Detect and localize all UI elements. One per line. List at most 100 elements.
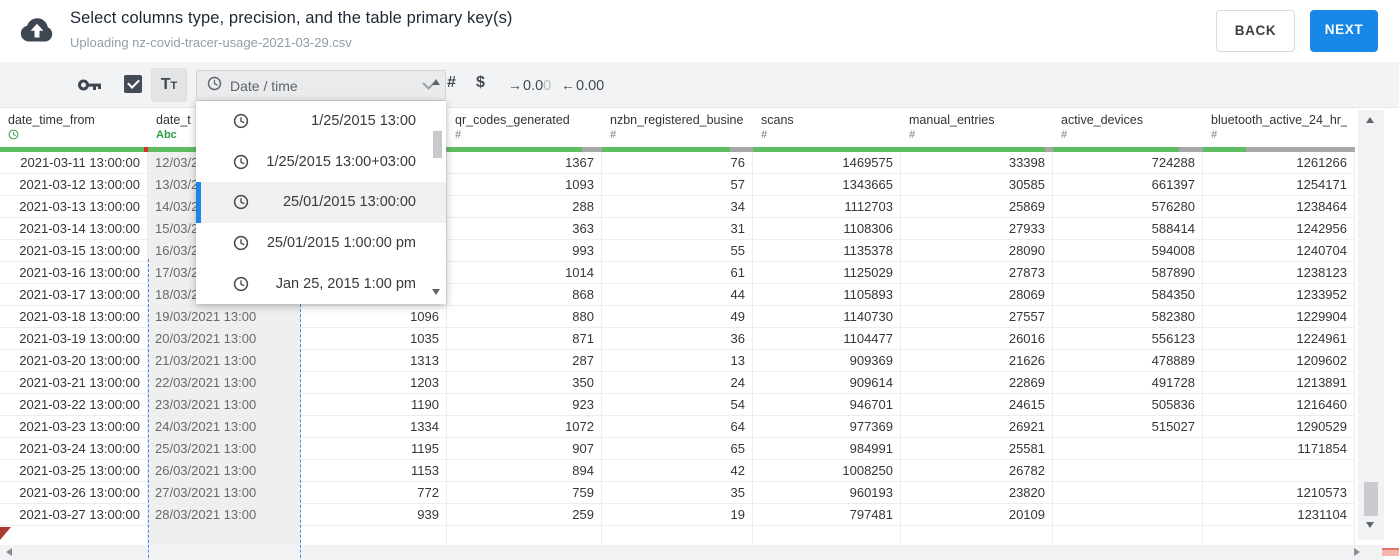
back-button[interactable]: BACK [1216, 10, 1295, 52]
cell[interactable]: 28069 [901, 284, 1052, 306]
cell[interactable]: 44 [602, 284, 752, 306]
cell[interactable]: 25869 [901, 196, 1052, 218]
cell[interactable]: 1254171 [1203, 174, 1354, 196]
cell[interactable]: 26/03/2021 13:00 [148, 460, 300, 482]
cell[interactable]: 2021-03-15 13:00:00 [0, 240, 147, 262]
cell[interactable]: 880 [447, 306, 601, 328]
cell[interactable]: 1096 [301, 306, 446, 328]
cell[interactable]: 19/03/2021 13:00 [148, 306, 300, 328]
cell[interactable]: 2021-03-18 13:00:00 [0, 306, 147, 328]
cell[interactable]: 556123 [1053, 328, 1202, 350]
cell[interactable]: 13 [602, 350, 752, 372]
cell[interactable]: 1242956 [1203, 218, 1354, 240]
horizontal-scrollbar[interactable] [0, 545, 1384, 560]
cell[interactable]: 2021-03-11 13:00:00 [0, 152, 147, 174]
cell[interactable]: 24 [602, 372, 752, 394]
cell[interactable]: 1334 [301, 416, 446, 438]
cell[interactable]: 1203 [301, 372, 446, 394]
cell[interactable]: 1008250 [753, 460, 900, 482]
cell[interactable]: 1171854 [1203, 438, 1354, 460]
cell[interactable]: 1313 [301, 350, 446, 372]
cell[interactable]: 350 [447, 372, 601, 394]
cell[interactable]: 993 [447, 240, 601, 262]
cell[interactable]: 2021-03-24 13:00:00 [0, 438, 147, 460]
cell[interactable]: 1231104 [1203, 504, 1354, 526]
cell[interactable]: 1190 [301, 394, 446, 416]
vertical-scrollbar[interactable] [1358, 110, 1384, 540]
cell[interactable]: 1140730 [753, 306, 900, 328]
decrease-decimal-button[interactable]: ←0.00 [561, 77, 604, 94]
cell[interactable]: 1035 [301, 328, 446, 350]
cell[interactable]: 871 [447, 328, 601, 350]
column-header[interactable]: qr_codes_generated # [447, 108, 602, 147]
cell[interactable]: 27933 [901, 218, 1052, 240]
cell[interactable]: 2021-03-17 13:00:00 [0, 284, 147, 306]
cell[interactable]: 64 [602, 416, 752, 438]
cell[interactable]: 2021-03-26 13:00:00 [0, 482, 147, 504]
cell[interactable]: 2021-03-13 13:00:00 [0, 196, 147, 218]
cell[interactable]: 1072 [447, 416, 601, 438]
dropdown-option[interactable]: 25/01/2015 13:00:00 [196, 182, 446, 223]
cell[interactable]: 1216460 [1203, 394, 1354, 416]
column-header[interactable]: nzbn_registered_busine # [602, 108, 753, 147]
cell[interactable]: 288 [447, 196, 601, 218]
cell[interactable]: 2021-03-12 13:00:00 [0, 174, 147, 196]
cell[interactable]: 491728 [1053, 372, 1202, 394]
column-header[interactable]: scans # [753, 108, 901, 147]
cell[interactable]: 772 [301, 482, 446, 504]
cell[interactable]: 24/03/2021 13:00 [148, 416, 300, 438]
cell[interactable]: 2021-03-16 13:00:00 [0, 262, 147, 284]
cell[interactable]: 27557 [901, 306, 1052, 328]
cell[interactable]: 1238123 [1203, 262, 1354, 284]
cell[interactable]: 20109 [901, 504, 1052, 526]
cell[interactable]: 594008 [1053, 240, 1202, 262]
cell[interactable]: 363 [447, 218, 601, 240]
cell[interactable]: 977369 [753, 416, 900, 438]
cell[interactable]: 76 [602, 152, 752, 174]
cell[interactable]: 28/03/2021 13:00 [148, 504, 300, 526]
cell[interactable]: 587890 [1053, 262, 1202, 284]
cell[interactable]: 515027 [1053, 416, 1202, 438]
dropdown-scrollbar[interactable] [429, 73, 445, 301]
cell[interactable]: 797481 [753, 504, 900, 526]
cell[interactable]: 1469575 [753, 152, 900, 174]
cell[interactable]: 1343665 [753, 174, 900, 196]
cell[interactable]: 984991 [753, 438, 900, 460]
cell[interactable]: 23/03/2021 13:00 [148, 394, 300, 416]
cell[interactable]: 1209602 [1203, 350, 1354, 372]
type-select[interactable]: Date / time [196, 70, 446, 101]
cell[interactable]: 1229904 [1203, 306, 1354, 328]
cell[interactable]: 21626 [901, 350, 1052, 372]
cell[interactable]: 55 [602, 240, 752, 262]
dropdown-scrollbar-thumb[interactable] [433, 131, 442, 158]
cell[interactable]: 21/03/2021 13:00 [148, 350, 300, 372]
cell[interactable]: 960193 [753, 482, 900, 504]
scroll-down-arrow-icon[interactable] [432, 289, 440, 295]
cell[interactable]: 28090 [901, 240, 1052, 262]
cell[interactable]: 1093 [447, 174, 601, 196]
cell[interactable]: 22/03/2021 13:00 [148, 372, 300, 394]
cell[interactable]: 26782 [901, 460, 1052, 482]
cell[interactable]: 661397 [1053, 174, 1202, 196]
cell[interactable]: 2021-03-20 13:00:00 [0, 350, 147, 372]
cell[interactable]: 1238464 [1203, 196, 1354, 218]
scroll-left-arrow-icon[interactable] [6, 548, 12, 556]
text-case-button[interactable]: Tt [151, 68, 187, 102]
cell[interactable]: 1261266 [1203, 152, 1354, 174]
cell[interactable]: 2021-03-21 13:00:00 [0, 372, 147, 394]
cell[interactable]: 25/03/2021 13:00 [148, 438, 300, 460]
cell[interactable]: 1105893 [753, 284, 900, 306]
cell[interactable]: 287 [447, 350, 601, 372]
cell[interactable]: 61 [602, 262, 752, 284]
cell[interactable]: 894 [447, 460, 601, 482]
cell[interactable]: 57 [602, 174, 752, 196]
cell[interactable]: 576280 [1053, 196, 1202, 218]
dropdown-option[interactable]: 25/01/2015 1:00:00 pm [196, 223, 446, 264]
cell[interactable]: 2021-03-27 13:00:00 [0, 504, 147, 526]
cell[interactable]: 907 [447, 438, 601, 460]
cell[interactable]: 36 [602, 328, 752, 350]
scroll-up-arrow-icon[interactable] [432, 79, 440, 85]
scroll-right-arrow-icon[interactable] [1354, 548, 1360, 556]
dropdown-option[interactable]: Jan 25, 2015 1:00 pm [196, 263, 446, 304]
cell[interactable] [1053, 482, 1202, 504]
